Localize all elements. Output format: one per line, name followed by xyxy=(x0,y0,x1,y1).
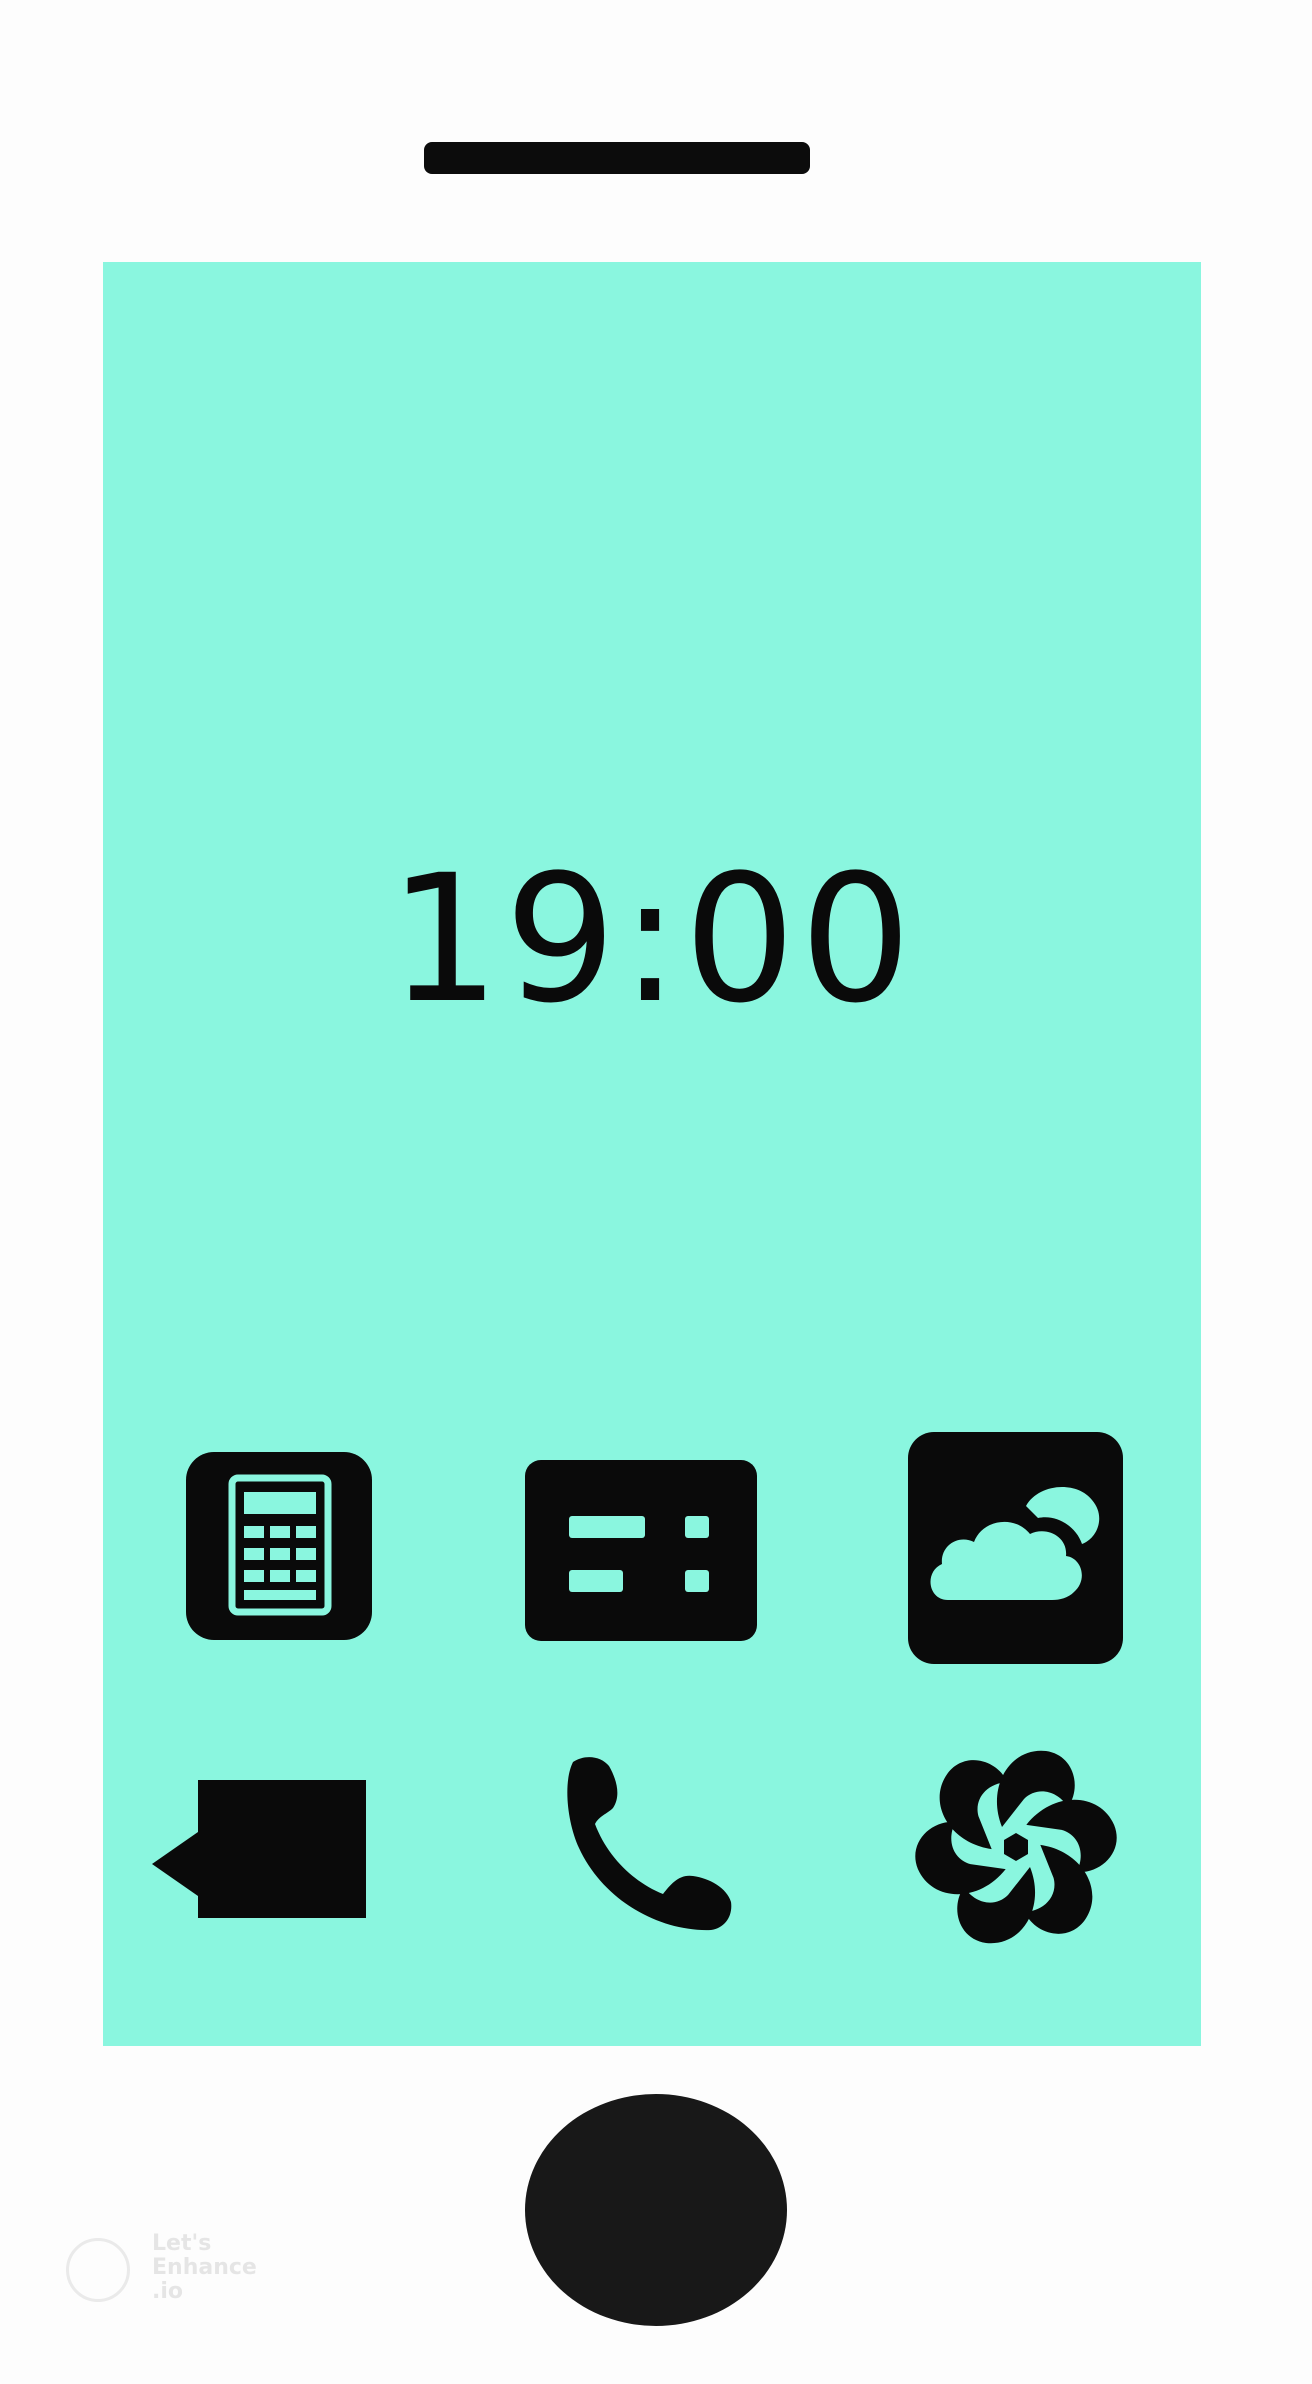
weather-app-button[interactable] xyxy=(906,1430,1125,1666)
phone-app-button[interactable] xyxy=(563,1752,738,1932)
clock-time: 19:00 xyxy=(388,837,916,1042)
watermark-text: Let's Enhance .io xyxy=(152,2231,257,2304)
message-bubble-icon xyxy=(148,1778,373,1920)
dashboard-icon xyxy=(523,1458,759,1643)
weather-cloud-icon xyxy=(906,1430,1125,1666)
watermark-logo-icon xyxy=(66,2238,130,2302)
home-button[interactable] xyxy=(525,2094,787,2326)
phone-device: 19:00 Let's Enhance .io xyxy=(0,0,1312,2384)
calculator-app-button[interactable] xyxy=(184,1450,374,1642)
aperture-icon xyxy=(911,1742,1121,1952)
watermark: Let's Enhance .io xyxy=(66,2232,286,2312)
earpiece-speaker xyxy=(424,142,810,174)
messages-app-button[interactable] xyxy=(148,1778,373,1920)
dashboard-app-button[interactable] xyxy=(523,1458,759,1643)
phone-handset-icon xyxy=(563,1752,738,1932)
phone-screen: 19:00 xyxy=(103,262,1201,2046)
aperture-app-button[interactable] xyxy=(911,1742,1121,1952)
calculator-icon xyxy=(184,1450,374,1642)
